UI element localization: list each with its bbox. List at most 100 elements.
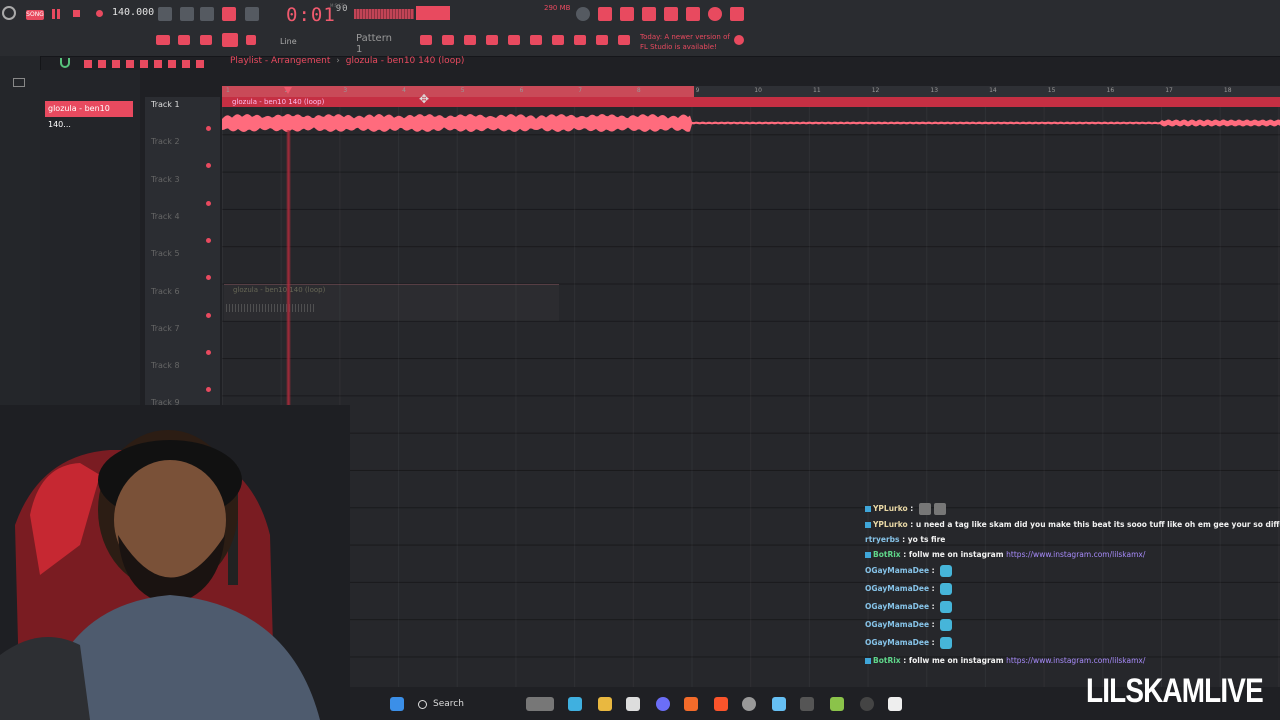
blend-notes-icon[interactable] xyxy=(245,7,259,21)
plugin-icon[interactable] xyxy=(686,7,700,21)
track-name[interactable]: Track 4 xyxy=(151,212,180,221)
song-mode-toggle[interactable]: SONG xyxy=(26,10,44,20)
wrench-icon[interactable] xyxy=(574,35,586,45)
online-icon[interactable] xyxy=(734,35,744,45)
download-icon[interactable] xyxy=(730,7,744,21)
track-mute-icon[interactable] xyxy=(206,349,211,355)
mic-icon[interactable] xyxy=(620,7,634,21)
chat-username[interactable]: BotRix xyxy=(873,550,901,559)
bar-number: 10 xyxy=(754,87,762,94)
tool-play-icon[interactable] xyxy=(196,60,204,68)
chat-username[interactable]: BotRix xyxy=(873,656,901,665)
stop-icon[interactable] xyxy=(73,10,80,17)
tool-select-icon[interactable] xyxy=(168,60,176,68)
chat-username[interactable]: YPLurko xyxy=(873,504,908,513)
snap-selector[interactable]: Line xyxy=(280,37,297,46)
update-notice[interactable]: Today: A newer version of FL Studio is a… xyxy=(640,32,730,52)
chat-link[interactable]: https://www.instagram.com/lilskamx/ xyxy=(1006,656,1145,665)
track-name[interactable]: Track 1 xyxy=(151,100,180,109)
piano-roll-icon[interactable] xyxy=(442,35,454,45)
browser-icon[interactable] xyxy=(508,35,520,45)
taskbar-search[interactable]: Search xyxy=(408,694,518,714)
4k-icon[interactable] xyxy=(860,697,874,711)
master-volume-slider[interactable] xyxy=(416,6,450,20)
channel-clip-item[interactable]: glozula - ben10 140... xyxy=(45,101,133,129)
plugin-picker-icon[interactable] xyxy=(530,35,542,45)
track-mute-icon[interactable] xyxy=(206,312,211,318)
track-name[interactable]: Track 3 xyxy=(151,175,180,184)
fl-studio-icon[interactable] xyxy=(684,697,698,711)
tool-mute-icon[interactable] xyxy=(126,60,134,68)
chat-username[interactable]: OGayMamaDee xyxy=(865,638,929,647)
track-name[interactable]: Track 7 xyxy=(151,324,180,333)
mixer-icon[interactable] xyxy=(156,35,170,45)
widget-icon[interactable] xyxy=(526,697,554,711)
magnet-icon[interactable] xyxy=(246,35,256,45)
obs-icon[interactable] xyxy=(742,697,756,711)
mixer-view-icon[interactable] xyxy=(486,35,498,45)
track-mute-icon[interactable] xyxy=(206,387,211,393)
track-mute-icon[interactable] xyxy=(206,275,211,281)
browser-folder-icon[interactable] xyxy=(13,78,25,87)
track-name[interactable]: Track 8 xyxy=(151,361,180,370)
pencil-icon[interactable] xyxy=(200,35,212,45)
layers-icon[interactable] xyxy=(830,697,844,711)
link-icon[interactable] xyxy=(222,33,238,47)
save-icon[interactable] xyxy=(664,7,678,21)
chat-username[interactable]: OGayMamaDee xyxy=(865,620,929,629)
track-mute-icon[interactable] xyxy=(206,163,211,169)
channel-rack-icon[interactable] xyxy=(464,35,476,45)
tool-slip-icon[interactable] xyxy=(140,60,148,68)
tool-zoom-icon[interactable] xyxy=(182,60,190,68)
capcut-icon[interactable] xyxy=(888,697,902,711)
pause-icon[interactable] xyxy=(52,9,60,19)
metronome-icon[interactable] xyxy=(158,7,172,21)
windows-start-icon[interactable] xyxy=(390,697,404,711)
chat-username[interactable]: OGayMamaDee xyxy=(865,566,929,575)
tool-magnet-icon[interactable] xyxy=(60,58,70,68)
tool-delete-icon[interactable] xyxy=(112,60,120,68)
playhead-marker-icon[interactable] xyxy=(284,87,292,94)
pattern-selector[interactable]: Pattern 1 xyxy=(356,33,396,55)
record-icon[interactable] xyxy=(96,10,103,17)
chat-username[interactable]: rtryerbs xyxy=(865,535,900,544)
brave-icon[interactable] xyxy=(714,697,728,711)
playlist-icon[interactable] xyxy=(420,35,432,45)
tool-pencil-icon[interactable] xyxy=(84,60,92,68)
store-icon[interactable] xyxy=(626,697,640,711)
chat-link[interactable]: https://www.instagram.com/lilskamx/ xyxy=(1006,550,1145,559)
fl-logo-icon[interactable] xyxy=(2,6,16,20)
chat-username[interactable]: YPLurko xyxy=(873,520,908,529)
countdown-icon[interactable] xyxy=(200,7,214,21)
track-name[interactable]: Track 6 xyxy=(151,287,180,296)
chat-icon[interactable] xyxy=(708,7,722,21)
mic-record-icon[interactable] xyxy=(552,35,564,45)
file-explorer-icon[interactable] xyxy=(598,697,612,711)
cut-icon[interactable] xyxy=(598,7,612,21)
wait-icon[interactable] xyxy=(180,7,194,21)
undo-icon[interactable] xyxy=(576,7,590,21)
steam-icon[interactable] xyxy=(772,697,786,711)
track1-waveform[interactable] xyxy=(222,110,1280,136)
tool-brush-icon[interactable] xyxy=(98,60,106,68)
bar-number: 1 xyxy=(226,87,230,94)
arrow-right-icon[interactable] xyxy=(178,35,190,45)
track1-clip-header[interactable] xyxy=(222,97,1280,107)
track-name[interactable]: Track 2 xyxy=(151,137,180,146)
news-icon[interactable] xyxy=(618,35,630,45)
help-icon[interactable] xyxy=(642,7,656,21)
scissors-icon[interactable] xyxy=(596,35,608,45)
discord-icon[interactable] xyxy=(656,697,670,711)
track-mute-icon[interactable] xyxy=(206,237,211,243)
track-mute-icon[interactable] xyxy=(206,200,211,206)
app-icon[interactable] xyxy=(800,697,814,711)
tool-slice-icon[interactable] xyxy=(154,60,162,68)
chat-username[interactable]: OGayMamaDee xyxy=(865,602,929,611)
track-name[interactable]: Track 5 xyxy=(151,249,180,258)
tempo-display[interactable]: 140.000 xyxy=(112,7,154,18)
copilot-icon[interactable] xyxy=(568,697,582,711)
track-mute-icon[interactable] xyxy=(206,126,211,131)
chat-username[interactable]: OGayMamaDee xyxy=(865,584,929,593)
step-record-icon[interactable] xyxy=(222,7,236,21)
chat-colon: : xyxy=(929,584,938,593)
